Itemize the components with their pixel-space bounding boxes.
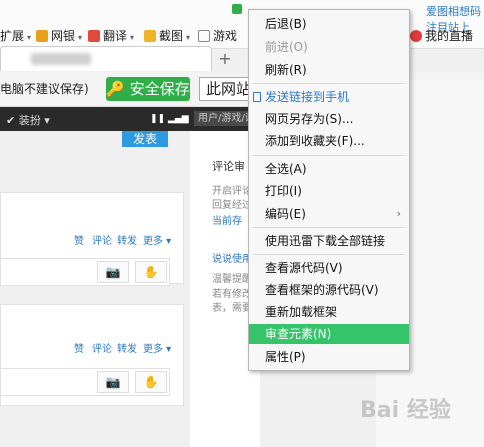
menu-item-print[interactable]: 打印(I) xyxy=(249,181,409,201)
bookmark-live[interactable]: 我的直播 xyxy=(410,27,473,44)
comment-button[interactable]: 评论 xyxy=(92,232,112,247)
menu-item-forward: 前进(O) xyxy=(265,40,308,54)
side-title: 评论审 xyxy=(212,160,245,173)
bookmark-extensions[interactable]: 扩展 ▾ xyxy=(0,27,31,44)
menu-separator xyxy=(253,254,405,255)
comment-button[interactable]: 评论 xyxy=(92,340,112,355)
side-text: 回复经过 xyxy=(212,200,252,211)
menu-item-save-as[interactable]: 网页另存为(S)... xyxy=(249,109,409,129)
menu-item-select-all[interactable]: 全选(A) xyxy=(249,159,409,179)
like-button[interactable]: 赞 xyxy=(74,340,84,355)
live-icon xyxy=(410,30,422,42)
save-note: 电脑不建议保存) xyxy=(0,82,89,96)
stats-icon[interactable]: ❚❚ ▂▄▆ xyxy=(150,114,189,124)
header-dress-menu[interactable]: ✔ 装扮 ▾ xyxy=(6,112,50,128)
tool-icon[interactable]: ✋ xyxy=(135,371,167,393)
bank-icon xyxy=(36,30,48,42)
chevron-right-icon: › xyxy=(396,207,401,220)
menu-item-encoding[interactable]: 编码(E) › xyxy=(249,204,409,224)
comment-input-row[interactable]: 📷 ✋ xyxy=(0,258,170,286)
forward-button[interactable]: 转发 xyxy=(117,232,137,247)
menu-item-thunder-download[interactable]: 使用迅雷下载全部链接 xyxy=(249,231,409,251)
context-menu: 后退(B) 前进(O) 刷新(R) 发送链接到手机 网页另存为(S)... 添加… xyxy=(248,9,410,371)
comment-input-row[interactable]: 📷 ✋ xyxy=(0,368,170,396)
side-text: 温馨提醒 xyxy=(212,274,252,285)
menu-item-back[interactable]: 后退(B) xyxy=(249,14,409,34)
menu-item-view-frame-source[interactable]: 查看框架的源代码(V) xyxy=(249,280,409,300)
menu-item-properties[interactable]: 属性(P) xyxy=(249,347,409,367)
more-button[interactable]: 更多 ▾ xyxy=(143,232,171,247)
phone-icon xyxy=(253,92,261,102)
bookmark-screenshot[interactable]: 截图 ▾ xyxy=(144,27,190,44)
menu-separator xyxy=(253,155,405,156)
scissors-icon xyxy=(144,30,156,42)
side-link[interactable]: 当前存 xyxy=(212,212,242,227)
like-button[interactable]: 赞 xyxy=(74,232,84,247)
watermark: Bai 经验 xyxy=(360,398,451,423)
translate-icon xyxy=(88,30,100,42)
tab-active[interactable] xyxy=(0,46,212,71)
camera-icon[interactable]: 📷 xyxy=(97,261,129,283)
menu-item-reload-frame[interactable]: 重新加载框架 xyxy=(249,302,409,322)
menu-item-add-favorite[interactable]: 添加到收藏夹(F)... xyxy=(249,131,409,151)
side-text: 表，需要 xyxy=(212,303,252,314)
secure-save-button[interactable]: 🔑 安全保存 xyxy=(106,77,190,101)
bookmarks-bar: 爱图相想码注目站上 扩展 ▾ 网银 ▾ 翻译 ▾ 截图 ▾ 游戏 我的直播 xyxy=(0,0,484,49)
browser-badge-icon xyxy=(232,4,242,14)
side-text: 若有修改 xyxy=(212,289,252,300)
tab-title-blurred xyxy=(31,53,91,65)
gamepad-icon xyxy=(198,30,210,42)
bookmark-bank[interactable]: 网银 ▾ xyxy=(36,27,82,44)
more-button[interactable]: 更多 ▾ xyxy=(143,340,171,355)
bookmark-games[interactable]: 游戏 xyxy=(198,27,237,44)
new-tab-button[interactable]: + xyxy=(216,50,234,68)
post-button[interactable]: 发表 xyxy=(122,131,168,147)
menu-item-view-source[interactable]: 查看源代码(V) xyxy=(249,258,409,278)
menu-separator xyxy=(253,83,405,84)
camera-icon[interactable]: 📷 xyxy=(97,371,129,393)
side-title[interactable]: 说说使用 xyxy=(212,250,252,265)
menu-item-refresh[interactable]: 刷新(R) xyxy=(249,60,409,80)
menu-separator xyxy=(253,227,405,228)
menu-item-inspect-element[interactable]: 审查元素(N) xyxy=(249,324,409,344)
forward-button[interactable]: 转发 xyxy=(117,340,137,355)
side-text: 开启评论 xyxy=(212,186,252,197)
bookmark-translate[interactable]: 翻译 ▾ xyxy=(88,27,134,44)
menu-item-send-to-phone[interactable]: 发送链接到手机 xyxy=(249,87,409,107)
tool-icon[interactable]: ✋ xyxy=(135,261,167,283)
